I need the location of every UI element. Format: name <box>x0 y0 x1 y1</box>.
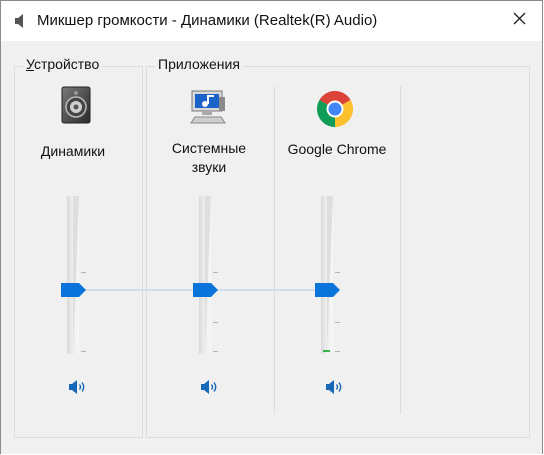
speaker-app-icon <box>14 13 28 34</box>
column-separator <box>400 86 401 414</box>
device-volume-thumb[interactable] <box>61 283 86 297</box>
slider-tick <box>213 272 218 273</box>
speaker-device-icon <box>59 85 95 130</box>
slider-tick <box>335 351 340 352</box>
chrome-icon <box>316 90 354 132</box>
window-title: Микшер громкости - Динамики (Realtek(R) … <box>37 12 378 29</box>
volume-speaker-icon <box>324 380 346 401</box>
slider-tick <box>335 322 340 323</box>
peak-meter <box>323 350 330 352</box>
slider-tick <box>81 351 86 352</box>
system-sounds-mute-button[interactable] <box>199 377 221 397</box>
column-separator <box>274 86 275 414</box>
device-group-label: Устройство <box>23 56 103 72</box>
system-sounds-icon <box>189 89 229 132</box>
device-mute-button[interactable] <box>67 377 89 397</box>
slider-tick <box>213 322 218 323</box>
chrome-mute-button[interactable] <box>324 377 346 397</box>
slider-tick <box>81 272 86 273</box>
close-button[interactable] <box>496 1 542 41</box>
system-sounds-volume-thumb[interactable] <box>193 283 218 297</box>
slider-wedge <box>73 196 79 354</box>
app-name-system-sounds: Системные звуки <box>171 140 247 175</box>
app-name-google-chrome: Google Chrome <box>287 141 387 157</box>
volume-mixer-window: Микшер громкости - Динамики (Realtek(R) … <box>0 0 543 454</box>
volume-speaker-icon <box>67 380 89 401</box>
slider-wedge <box>327 196 333 354</box>
applications-group-label: Приложения <box>155 56 243 72</box>
close-icon <box>513 12 526 30</box>
chrome-volume-thumb[interactable] <box>315 283 340 297</box>
slider-tick <box>213 351 218 352</box>
volume-speaker-icon <box>199 380 221 401</box>
slider-tick <box>335 272 340 273</box>
slider-wedge <box>205 196 211 354</box>
mixer-content: Устройство Приложения Динамики Системные… <box>1 41 542 454</box>
device-name: Динамики <box>40 143 106 159</box>
title-bar[interactable]: Микшер громкости - Динамики (Realtek(R) … <box>1 1 542 41</box>
